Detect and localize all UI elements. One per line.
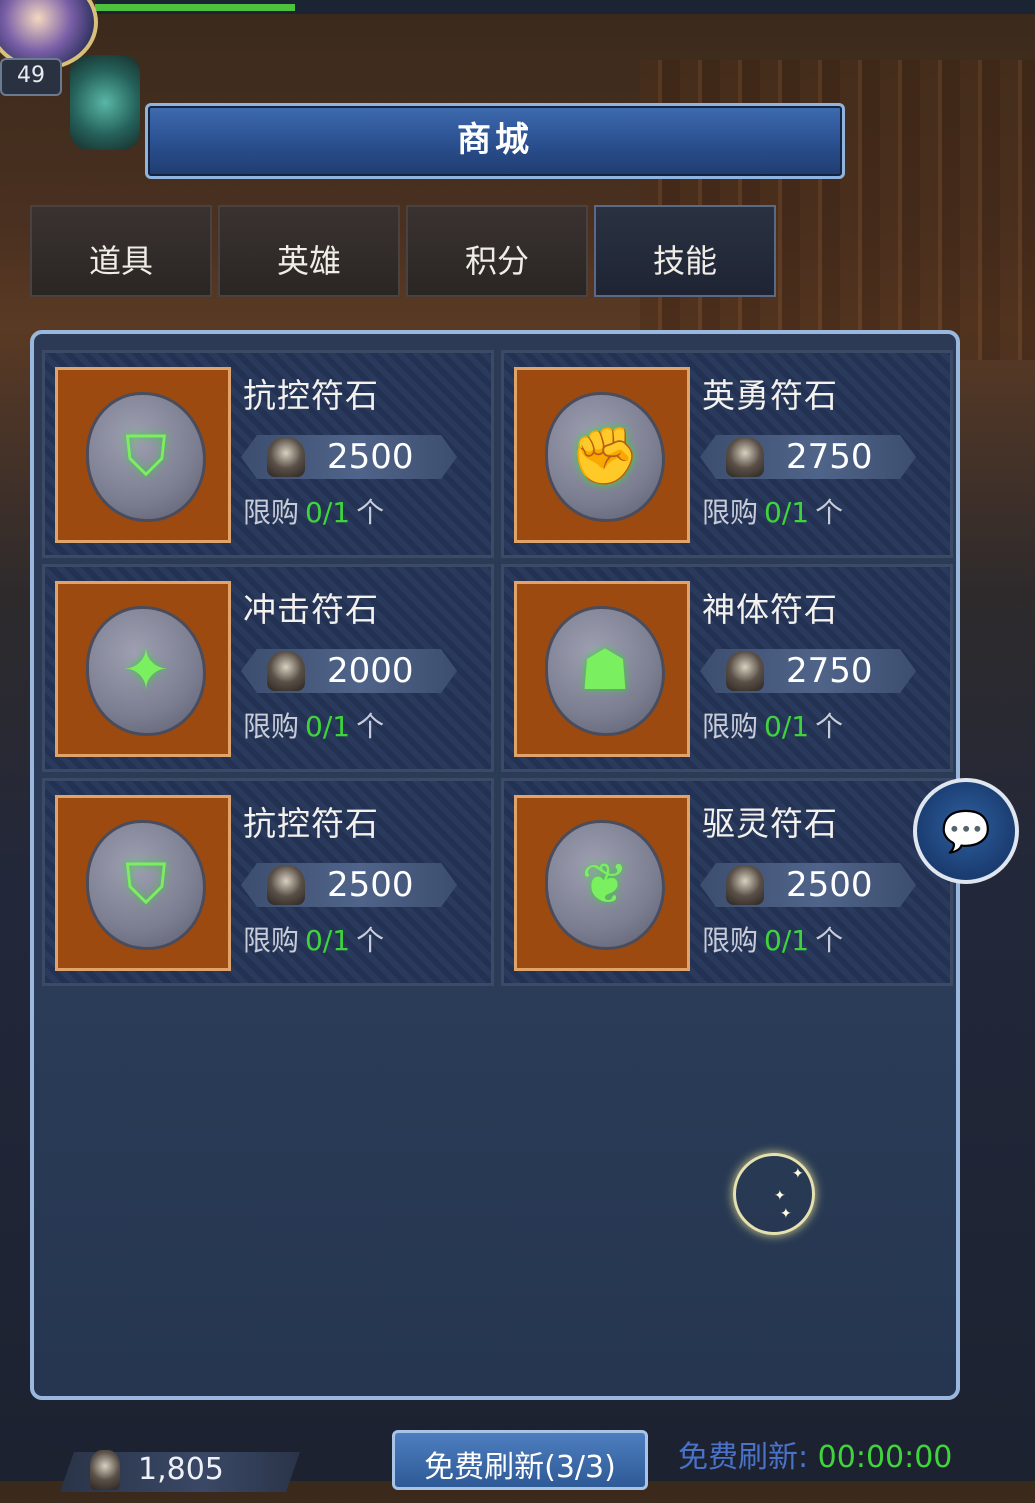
purchase-limit: 限购 0/1 个 xyxy=(702,496,844,529)
currency-icon xyxy=(726,437,764,477)
shield-rune-icon: ⛉ xyxy=(86,820,206,950)
free-refresh-button[interactable]: 免费刷新(3/3) xyxy=(392,1430,648,1490)
background-lantern xyxy=(70,55,140,150)
tab-heroes[interactable]: 英雄 xyxy=(218,205,400,297)
spirit-rune-icon: ❦ xyxy=(545,820,665,950)
item-name: 冲击符石 xyxy=(243,590,379,629)
refresh-timer: 免费刷新: 00:00:00 xyxy=(678,1440,953,1475)
shop-item-card[interactable]: ⛉ 抗控符石 2500 限购 0/1 个 xyxy=(42,350,494,558)
shield-rune-icon: ⛉ xyxy=(86,392,206,522)
item-name: 英勇符石 xyxy=(702,376,838,415)
sparkle-effect-icon: ✦ ✦ ✦ xyxy=(733,1153,815,1235)
item-name: 抗控符石 xyxy=(243,804,379,843)
currency-balance: 1,805 xyxy=(138,1452,224,1487)
currency-icon xyxy=(267,437,305,477)
shop-item-card[interactable]: ⛉ 抗控符石 2500 限购 0/1 个 xyxy=(42,778,494,986)
tab-skills[interactable]: 技能 xyxy=(594,205,776,297)
item-icon-frame: ☗ xyxy=(514,581,690,757)
currency-icon xyxy=(726,865,764,905)
shop-item-card[interactable]: ✦ 冲击符石 2000 限购 0/1 个 xyxy=(42,564,494,772)
item-price: 2750 xyxy=(786,651,873,691)
shop-title-banner: 商城 xyxy=(145,103,845,179)
chat-bubble-icon[interactable]: 💬 xyxy=(913,778,1019,884)
item-name: 神体符石 xyxy=(702,590,838,629)
tab-points[interactable]: 积分 xyxy=(406,205,588,297)
refresh-countdown: 00:00:00 xyxy=(817,1440,953,1475)
currency-icon xyxy=(90,1450,120,1490)
fist-rune-icon: ✊ xyxy=(545,392,665,522)
item-icon-frame: ✦ xyxy=(55,581,231,757)
item-icon-frame: ✊ xyxy=(514,367,690,543)
item-name: 驱灵符石 xyxy=(702,804,838,843)
shop-items-panel: ⛉ 抗控符石 2500 限购 0/1 个 ✊ 英勇符石 2750 限购 0/1 个 ✦ … xyxy=(30,330,960,1400)
item-price: 2500 xyxy=(327,437,414,477)
purchase-limit: 限购 0/1 个 xyxy=(243,710,385,743)
shop-item-card[interactable]: ☗ 神体符石 2750 限购 0/1 个 xyxy=(501,564,953,772)
shop-title: 商城 xyxy=(457,120,533,160)
purchase-limit: 限购 0/1 个 xyxy=(702,924,844,957)
item-price: 2500 xyxy=(327,865,414,905)
body-rune-icon: ☗ xyxy=(545,606,665,736)
item-icon-frame: ⛉ xyxy=(55,367,231,543)
tab-items[interactable]: 道具 xyxy=(30,205,212,297)
shop-item-card[interactable]: ✊ 英勇符石 2750 限购 0/1 个 xyxy=(501,350,953,558)
item-price: 2500 xyxy=(786,865,873,905)
currency-icon xyxy=(726,651,764,691)
purchase-limit: 限购 0/1 个 xyxy=(702,710,844,743)
impact-rune-icon: ✦ xyxy=(86,606,206,736)
shop-tabs: 道具 英雄 积分 技能 xyxy=(30,205,780,297)
item-price: 2750 xyxy=(786,437,873,477)
item-icon-frame: ❦ xyxy=(514,795,690,971)
item-icon-frame: ⛉ xyxy=(55,795,231,971)
shop-item-card[interactable]: ❦ 驱灵符石 2500 限购 0/1 个 xyxy=(501,778,953,986)
item-name: 抗控符石 xyxy=(243,376,379,415)
item-price: 2000 xyxy=(327,651,414,691)
experience-bar-fill xyxy=(95,4,295,11)
purchase-limit: 限购 0/1 个 xyxy=(243,924,385,957)
experience-bar xyxy=(95,0,1035,14)
player-level-badge: 49 xyxy=(0,58,62,96)
currency-icon xyxy=(267,865,305,905)
purchase-limit: 限购 0/1 个 xyxy=(243,496,385,529)
currency-icon xyxy=(267,651,305,691)
